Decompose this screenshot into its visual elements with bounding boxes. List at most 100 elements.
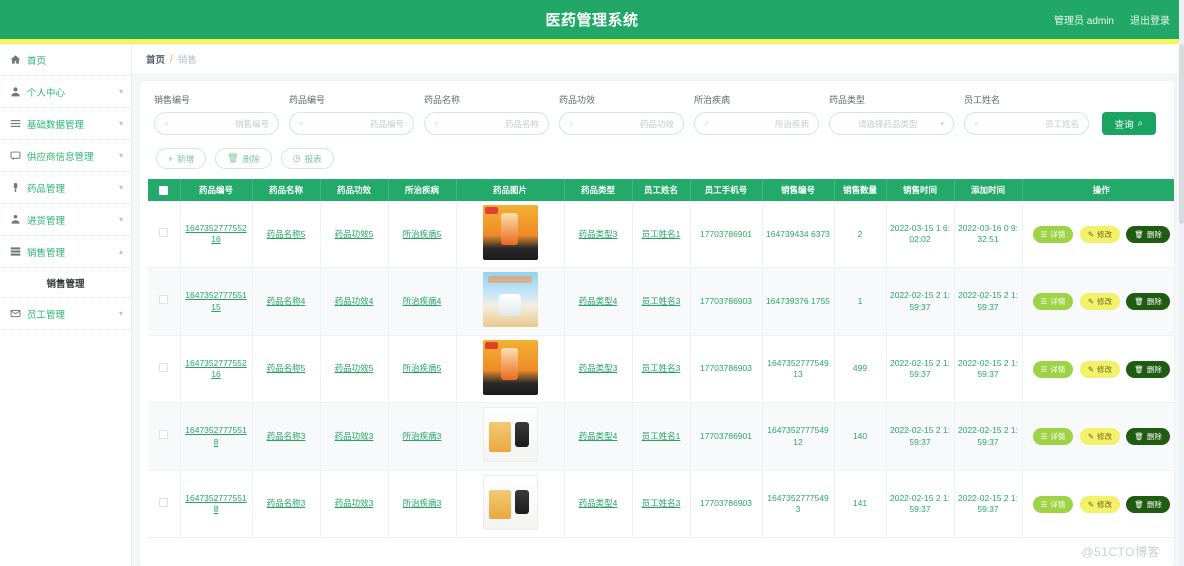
drug-thumbnail[interactable] <box>482 339 538 395</box>
row-checkbox[interactable] <box>159 362 169 372</box>
drug-name-link[interactable]: 药品名称3 <box>267 498 306 508</box>
drug-thumbnail[interactable] <box>482 407 538 463</box>
drug-name-link[interactable]: 药品名称5 <box>267 229 306 239</box>
detail-button[interactable]: ☰ 详情 <box>1032 360 1074 378</box>
sidebar-item-sales-management[interactable]: 销售管理 ▴ <box>0 236 131 268</box>
sidebar-item-home[interactable]: 首页 <box>0 44 131 76</box>
drug-name-link[interactable]: 药品名称4 <box>267 296 306 306</box>
cell-sale-quantity: 141 <box>834 470 887 539</box>
drug-thumbnail[interactable] <box>482 205 538 260</box>
table-row[interactable]: 16473527775518 药品名称3 药品功效3 所治疾病3 药品类型4 员… <box>148 470 1174 539</box>
search-input[interactable]: ⌕ 药品功效 <box>559 112 684 135</box>
table-row[interactable]: 164735277755216 药品名称5 药品功效5 所治疾病5 药品类型3 … <box>148 201 1174 269</box>
search-input[interactable]: ⌕ 所治疾病 <box>694 112 819 135</box>
drug-effect-link[interactable]: 药品功效5 <box>335 363 374 373</box>
search-input[interactable]: ⌕ 药品名称 <box>424 112 549 135</box>
breadcrumb-home[interactable]: 首页 <box>146 52 165 66</box>
row-delete-button[interactable]: 🗑 删除 <box>1126 495 1170 513</box>
add-button[interactable]: + 新增 <box>156 148 207 169</box>
detail-button[interactable]: ☰ 详情 <box>1032 293 1074 311</box>
search-input[interactable]: ⌕ 药品编号 <box>289 112 414 135</box>
disease-link[interactable]: 所治疾病3 <box>403 431 442 441</box>
drug-effect-link[interactable]: 药品功效4 <box>335 296 374 306</box>
drug-type-select[interactable]: 请选择药品类型 ▾ <box>829 112 954 135</box>
row-checkbox[interactable] <box>159 228 169 237</box>
sidebar-item-basic-data[interactable]: 基础数据管理 ▾ <box>0 108 131 140</box>
report-button[interactable]: ◷ 报表 <box>280 148 334 169</box>
page-scrollbar-rail[interactable] <box>1179 0 1184 566</box>
drug-code-link[interactable]: 164735277755115 <box>185 290 246 311</box>
drug-code-link[interactable]: 164735277755216 <box>185 223 246 244</box>
disease-link[interactable]: 所治疾病5 <box>403 363 442 373</box>
sidebar-item-employee-management[interactable]: 员工管理 ▾ <box>0 298 131 330</box>
delete-label: 删除 <box>1146 499 1162 509</box>
row-delete-button[interactable]: 🗑 删除 <box>1126 360 1170 378</box>
table-row[interactable]: 16473527775518 药品名称3 药品功效3 所治疾病3 药品类型4 员… <box>148 402 1174 471</box>
row-select-cell <box>148 402 181 471</box>
row-delete-button[interactable]: 🗑 删除 <box>1126 225 1170 243</box>
cell-operations: ☰ 详情 ✎ 修改 🗑 删除 <box>1022 402 1174 471</box>
drug-thumbnail[interactable] <box>482 474 538 530</box>
query-button[interactable]: 查询 ⌕ <box>1101 112 1156 135</box>
drug-type-link[interactable]: 药品类型3 <box>579 229 618 239</box>
select-all-checkbox[interactable] <box>159 186 169 196</box>
edit-button[interactable]: ✎ 修改 <box>1079 293 1120 311</box>
disease-link[interactable]: 所治疾病5 <box>403 229 442 239</box>
cell-drug-image <box>456 470 565 539</box>
detail-button[interactable]: ☰ 详情 <box>1032 495 1074 513</box>
sidebar-item-drug-management[interactable]: 药品管理 ▾ <box>0 172 131 204</box>
drug-name-link[interactable]: 药品名称5 <box>267 363 306 373</box>
row-checkbox[interactable] <box>159 295 169 305</box>
detail-button[interactable]: ☰ 详情 <box>1032 225 1074 243</box>
cell-drug-code: 16473527775518 <box>180 470 253 539</box>
drug-type-link[interactable]: 药品类型4 <box>579 431 618 441</box>
drug-code-link[interactable]: 164735277755216 <box>185 358 246 379</box>
table-row[interactable]: 164735277755115 药品名称4 药品功效4 所治疾病4 药品类型4 … <box>148 267 1174 336</box>
cell-drug-name: 药品名称4 <box>252 267 321 336</box>
disease-link[interactable]: 所治疾病4 <box>403 296 442 306</box>
row-checkbox[interactable] <box>159 497 169 507</box>
page-scrollbar-thumb[interactable] <box>1179 44 1184 224</box>
detail-label: 详情 <box>1050 432 1066 442</box>
sidebar-subitem-label: 销售管理 <box>46 278 85 290</box>
logout-link[interactable]: 退出登录 <box>1130 12 1170 27</box>
search-input[interactable]: ⌕ 销售编号 <box>154 112 279 135</box>
employee-link[interactable]: 员工姓名3 <box>642 498 681 508</box>
drug-type-link[interactable]: 药品类型3 <box>579 363 618 373</box>
drug-effect-link[interactable]: 药品功效3 <box>335 498 374 508</box>
sidebar-item-personal-center[interactable]: 个人中心 ▾ <box>0 76 131 108</box>
edit-button[interactable]: ✎ 修改 <box>1079 225 1120 243</box>
drug-effect-link[interactable]: 药品功效3 <box>335 431 374 441</box>
breadcrumb-separator: / <box>170 53 173 65</box>
detail-button[interactable]: ☰ 详情 <box>1032 428 1074 446</box>
disease-link[interactable]: 所治疾病3 <box>403 498 442 508</box>
row-delete-button[interactable]: 🗑 删除 <box>1126 428 1170 446</box>
drug-code-link[interactable]: 16473527775518 <box>185 493 246 514</box>
edit-button[interactable]: ✎ 修改 <box>1079 360 1120 378</box>
filter-employee-name: 员工姓名 ⌕ 员工姓名 <box>964 93 1099 135</box>
employee-link[interactable]: 员工姓名1 <box>642 431 681 441</box>
table-row[interactable]: 164735277755216 药品名称5 药品功效5 所治疾病5 药品类型3 … <box>148 335 1174 404</box>
search-input[interactable]: ⌕ 员工姓名 <box>964 112 1089 135</box>
row-delete-button[interactable]: 🗑 删除 <box>1126 293 1170 311</box>
sidebar-item-supplier-info[interactable]: 供应商信息管理 ▾ <box>0 140 131 172</box>
employee-link[interactable]: 员工姓名1 <box>642 229 681 239</box>
row-checkbox[interactable] <box>159 430 169 440</box>
drug-type-link[interactable]: 药品类型4 <box>579 498 618 508</box>
employee-link[interactable]: 员工姓名3 <box>642 296 681 306</box>
delete-label: 删除 <box>1146 297 1162 307</box>
sidebar-item-purchase-management[interactable]: 进货管理 ▾ <box>0 204 131 236</box>
content-card: 销售编号 ⌕ 销售编号 药品编号 ⌕ 药品编号 药品名称 ⌕ 药品名称 药品功效… <box>140 81 1174 566</box>
employee-link[interactable]: 员工姓名3 <box>642 363 681 373</box>
cell-employee-phone: 17703786901 <box>690 402 763 471</box>
drug-effect-link[interactable]: 药品功效5 <box>335 229 374 239</box>
sidebar-subitem-sales-management[interactable]: 销售管理 <box>0 268 131 298</box>
drug-name-link[interactable]: 药品名称3 <box>267 431 306 441</box>
drug-thumbnail[interactable] <box>482 272 538 328</box>
drug-code-link[interactable]: 16473527775518 <box>185 425 246 446</box>
cell-drug-image <box>456 402 565 471</box>
edit-button[interactable]: ✎ 修改 <box>1079 428 1120 446</box>
drug-type-link[interactable]: 药品类型4 <box>579 296 618 306</box>
delete-button[interactable]: 🗑 删除 <box>215 148 272 169</box>
edit-button[interactable]: ✎ 修改 <box>1079 495 1120 513</box>
